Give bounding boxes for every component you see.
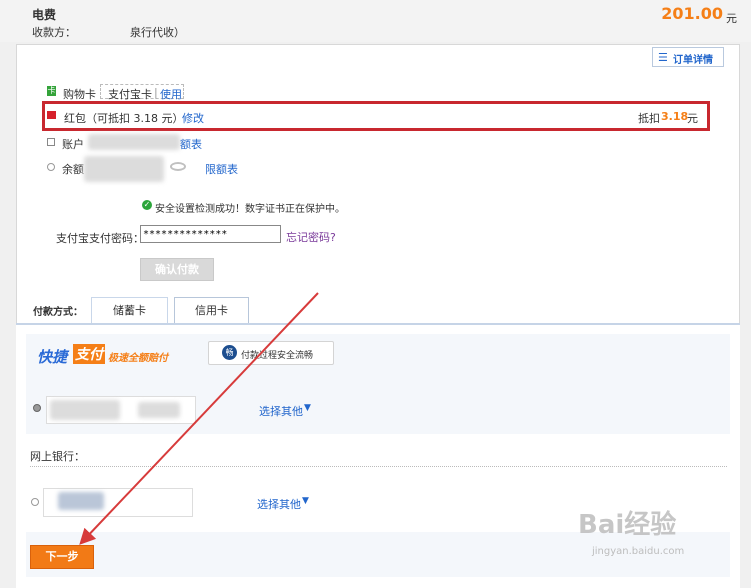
annotation-arrow — [79, 292, 319, 545]
watermark-url: jingyan.baidu.com — [592, 546, 685, 557]
watermark-logo: Bai经验 — [578, 510, 677, 540]
